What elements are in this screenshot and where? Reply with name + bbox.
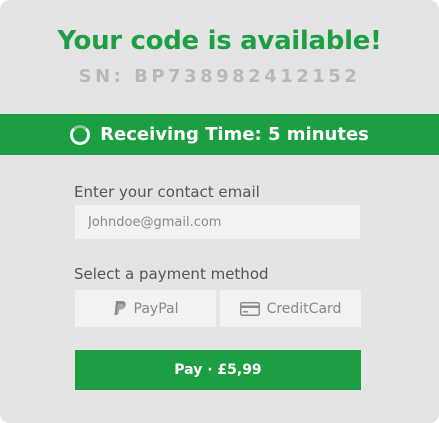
serial-number: SN: BP738982412152 [78, 66, 361, 87]
paypal-option-button[interactable]: PayPal [75, 290, 216, 327]
payment-method-label: Select a payment method [74, 265, 269, 283]
paypal-icon [114, 301, 126, 315]
creditcard-option-button[interactable]: CreditCard [220, 290, 361, 327]
pay-button[interactable]: Pay · £5,99 [75, 350, 361, 390]
paypal-option-label: PayPal [133, 300, 179, 317]
email-field[interactable] [75, 205, 360, 239]
code-card: Your code is available! SN: BP7389824121… [0, 0, 439, 423]
email-label: Enter your contact email [74, 183, 260, 201]
creditcard-option-label: CreditCard [266, 300, 342, 317]
credit-card-icon [239, 301, 260, 316]
loading-spinner-icon [70, 124, 91, 145]
receiving-time-banner: Receiving Time: 5 minutes [0, 114, 439, 155]
receiving-time-text: Receiving Time: 5 minutes [100, 124, 369, 145]
page-title: Your code is available! [57, 26, 382, 56]
